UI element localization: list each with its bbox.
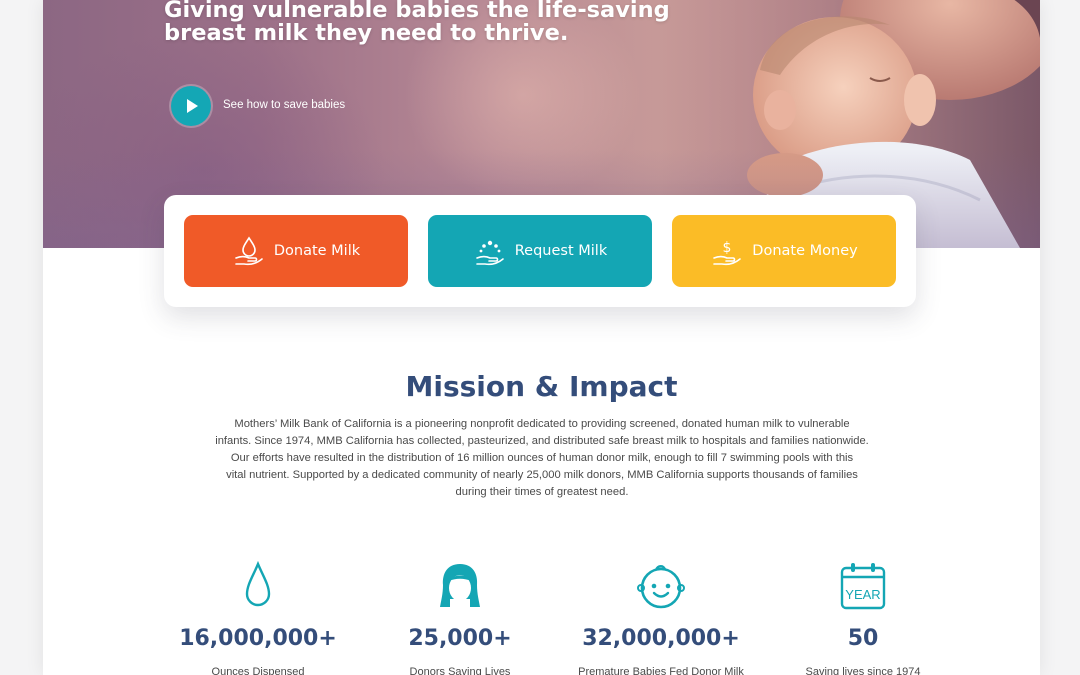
year-calendar-icon: YEAR: [840, 563, 886, 610]
donate-money-button[interactable]: $ Donate Money: [672, 215, 896, 287]
page: Giving vulnerable babies the life-saving…: [43, 0, 1040, 675]
request-milk-button[interactable]: Request Milk: [428, 215, 652, 287]
hero-title: Giving vulnerable babies the life-saving…: [164, 0, 684, 45]
see-how-link[interactable]: See how to save babies: [223, 99, 345, 111]
donate-milk-label: Donate Milk: [273, 243, 361, 259]
action-card: Donate Milk Request Milk $ Donate Money: [164, 195, 916, 307]
request-milk-label: Request Milk: [514, 243, 608, 259]
play-video-button[interactable]: [171, 86, 211, 126]
hand-splash-icon: [475, 240, 504, 266]
mission-title: Mission & Impact: [405, 370, 678, 403]
milk-drop-icon: [245, 561, 271, 607]
stat-value: 25,000+: [408, 626, 512, 651]
svg-text:$: $: [723, 240, 732, 256]
stat-babies: 32,000,000+ Premature Babies Fed Donor M…: [556, 560, 766, 675]
mission-line: infants. Since 1974, MMB California has …: [215, 435, 869, 447]
donate-milk-button[interactable]: Donate Milk: [184, 215, 408, 287]
stat-value: 16,000,000+: [179, 626, 337, 651]
hero-title-line-1: Giving vulnerable babies the life-saving: [164, 0, 670, 23]
stat-value: 50: [847, 626, 879, 651]
woman-icon: [440, 564, 480, 607]
stat-value: 32,000,000+: [582, 626, 740, 651]
baby-face-icon: [637, 565, 685, 609]
stat-label: Ounces Dispensed: [211, 666, 305, 675]
mission-line: during their times of greatest need.: [455, 486, 629, 498]
hand-milk-drop-icon: [235, 236, 263, 266]
stat-label: Donors Saving Lives: [409, 666, 511, 675]
mission-line: vital nutrient. Supported by a dedicated…: [226, 469, 858, 481]
stat-donors: 25,000+ Donors Saving Lives: [355, 560, 565, 675]
stat-label: Saving lives since 1974: [805, 666, 921, 675]
mission-paragraph: Mothers’ Milk Bank of California is a pi…: [167, 416, 917, 501]
stat-years: YEAR 50 Saving lives since 1974: [758, 560, 968, 675]
mission-line: Our efforts have resulted in the distrib…: [230, 452, 854, 464]
stat-label: Premature Babies Fed Donor Milk: [578, 666, 744, 675]
stat-ounces: 16,000,000+ Ounces Dispensed: [153, 560, 363, 675]
donate-money-label: Donate Money: [752, 243, 858, 259]
calendar-year-text: YEAR: [845, 587, 880, 602]
play-icon: [187, 99, 198, 113]
hand-dollar-icon: $: [713, 240, 742, 266]
hero-title-line-2: breast milk they need to thrive.: [164, 20, 569, 46]
mission-line: Mothers’ Milk Bank of California is a pi…: [234, 418, 850, 430]
